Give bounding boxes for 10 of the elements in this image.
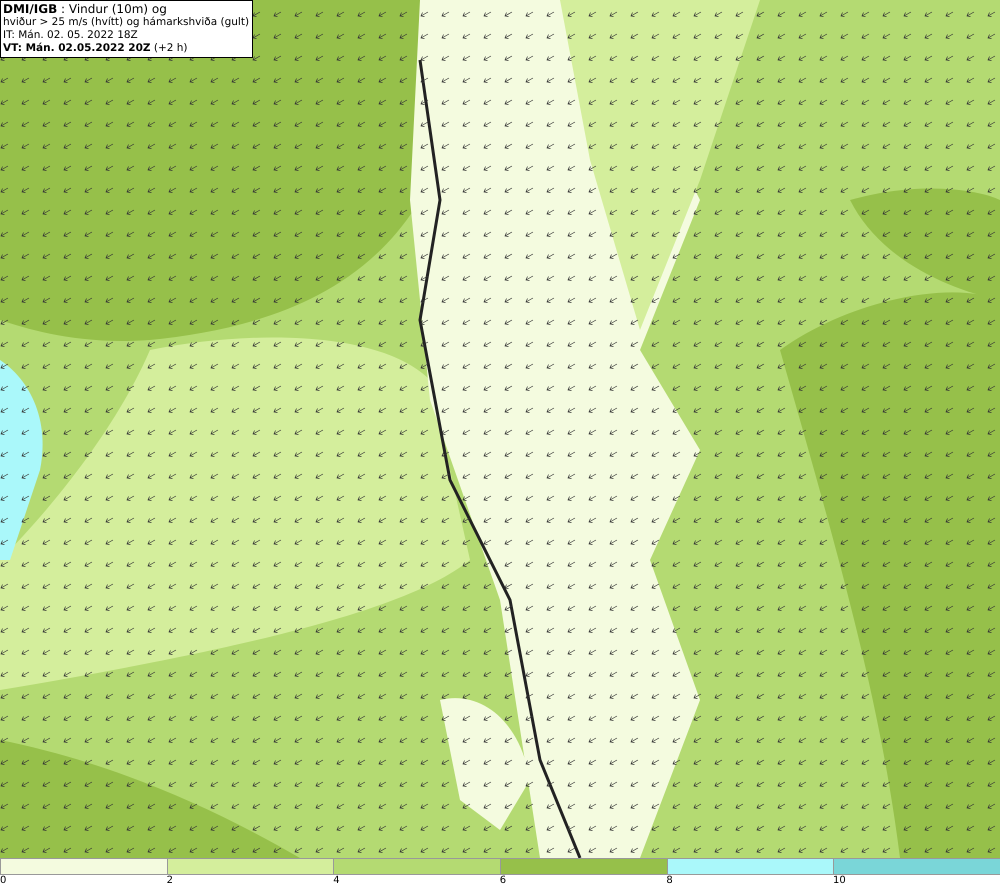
title-line: VT: Mán. 02.05.2022 20Z (+2 h) [3, 42, 189, 55]
legend-tick-label: 0 [0, 875, 6, 887]
title-line: IT: Mán. 02. 05. 2022 18Z [3, 29, 139, 42]
title-line: DMI/IGB : Vindur (10m) og [3, 2, 168, 16]
legend-tick-label: 6 [500, 875, 506, 887]
legend-tick-label: 8 [666, 875, 673, 887]
title-line: hviður > 25 m/s (hvítt) og hámarkshviða (gult) [3, 16, 250, 29]
legend-tick-label: 4 [333, 875, 340, 887]
legend-tick-label: 10 [833, 875, 846, 887]
legend-tick-label: 2 [166, 875, 173, 887]
